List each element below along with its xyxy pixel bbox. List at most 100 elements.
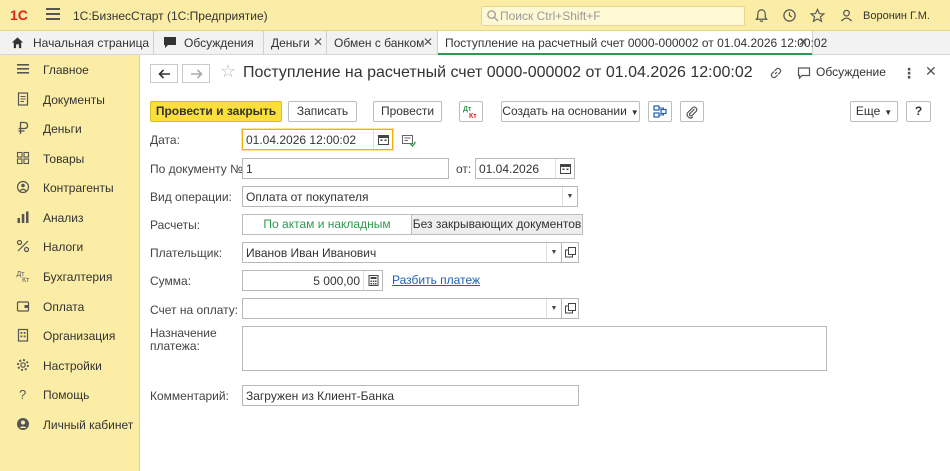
sidebar-item-taxes[interactable]: Налоги <box>0 235 140 259</box>
forward-button[interactable] <box>182 64 210 83</box>
sidebar-item-goods[interactable]: Товары <box>0 147 140 171</box>
search-input[interactable] <box>500 8 740 24</box>
date-label: Дата: <box>150 133 180 147</box>
attach-button[interactable] <box>680 101 704 122</box>
tab-home[interactable]: Начальная страница <box>0 31 154 55</box>
settlements-option-no-docs[interactable]: Без закрывающих документов <box>411 214 583 235</box>
help-icon: ? <box>19 387 26 401</box>
amount-field[interactable]: 5 000,00 <box>242 270 383 291</box>
home-icon <box>11 37 24 49</box>
purpose-label-line2: платежа: <box>150 339 200 353</box>
search-icon <box>487 10 499 22</box>
more-button[interactable]: Еще ▼ <box>850 101 898 122</box>
user-name[interactable]: Воронин Г.М. <box>863 10 930 22</box>
payer-label: Плательщик: <box>150 246 223 260</box>
paperclip-icon <box>686 106 698 119</box>
hamburger-menu-icon[interactable] <box>46 8 60 20</box>
tab-receipt-document[interactable]: Поступление на расчетный счет 0000-00000… <box>438 31 827 56</box>
favorite-star-icon[interactable]: ☆ <box>220 61 236 82</box>
page-title: Поступление на расчетный счет 0000-00000… <box>243 64 753 81</box>
wallet-icon <box>16 301 30 312</box>
sidebar-item-personal-cabinet[interactable]: Личный кабинет <box>0 413 140 437</box>
gear-icon <box>17 359 29 371</box>
payer-field[interactable]: Иванов Иван Иванович ▼ <box>242 242 562 263</box>
back-button[interactable] <box>150 64 178 83</box>
purpose-textarea[interactable] <box>242 326 827 371</box>
purpose-label-line1: Назначение <box>150 326 217 340</box>
building-icon <box>17 328 29 342</box>
arrow-right-icon <box>191 69 203 79</box>
doc-date-label: от: <box>456 162 472 176</box>
dtkt-button[interactable]: Дт Кт <box>459 101 483 122</box>
link-icon[interactable] <box>769 66 783 80</box>
tab-discussions[interactable]: Обсуждения <box>154 31 264 55</box>
calendar-button[interactable] <box>555 159 574 178</box>
doc-number-field[interactable]: 1 <box>242 158 449 179</box>
chevron-down-icon[interactable]: ▼ <box>562 187 577 206</box>
sidebar-item-documents[interactable]: Документы <box>0 88 140 112</box>
doc-number-label: По документу №: <box>150 162 247 176</box>
tab-money[interactable]: Деньги ✕ <box>264 31 327 55</box>
discussion-button[interactable]: Обсуждение <box>816 65 886 79</box>
chevron-down-icon[interactable]: ▼ <box>546 299 561 318</box>
sidebar-item-contractors[interactable]: Контрагенты <box>0 176 140 200</box>
structure-icon <box>653 105 667 118</box>
sidebar-item-money[interactable]: Деньги <box>0 117 140 141</box>
structure-button[interactable] <box>648 101 672 122</box>
open-payer-button[interactable] <box>561 242 579 263</box>
date-field[interactable]: 01.04.2026 12:00:02 <box>242 129 393 150</box>
sidebar: Главное Документы Деньги Товары Контраге… <box>0 55 140 471</box>
create-based-on-button[interactable]: Создать на основании ▼ <box>501 101 640 122</box>
split-payment-link[interactable]: Разбить платеж <box>392 273 480 287</box>
sidebar-item-help[interactable]: ? Помощь <box>0 383 140 407</box>
sidebar-item-analysis[interactable]: Анализ <box>0 206 140 230</box>
sidebar-item-main[interactable]: Главное <box>0 58 140 82</box>
post-and-close-button[interactable]: Провести и закрыть <box>150 101 282 122</box>
svg-text:?: ? <box>19 387 26 401</box>
tab-bar: Начальная страница Обсуждения Деньги ✕ О… <box>0 31 950 56</box>
comment-field[interactable]: Загружен из Клиент-Банка <box>242 385 579 406</box>
close-icon[interactable]: ✕ <box>313 35 323 49</box>
open-invoice-button[interactable] <box>561 298 579 319</box>
search-box[interactable] <box>481 6 745 26</box>
sidebar-item-accounting[interactable]: Дт Кт Бухгалтерия <box>0 265 140 289</box>
percent-icon <box>16 239 30 253</box>
user-icon[interactable] <box>839 8 854 23</box>
doc-date-field[interactable]: 01.04.2026 <box>475 158 575 179</box>
dtkt-icon: ДтКт <box>463 106 477 119</box>
operation-type-select[interactable]: Оплата от покупателя ▼ <box>242 186 578 207</box>
calculator-button[interactable] <box>363 271 382 290</box>
history-icon[interactable] <box>782 8 797 23</box>
svg-text:Кт: Кт <box>22 277 30 283</box>
sidebar-item-settings[interactable]: Настройки <box>0 354 140 378</box>
accounting-icon: ДтКт <box>17 271 31 283</box>
more-actions-icon[interactable]: ⋮ <box>902 65 916 82</box>
invoice-field[interactable]: ▼ <box>242 298 562 319</box>
menu-icon <box>17 64 29 74</box>
sidebar-item-payment[interactable]: Оплата <box>0 295 140 319</box>
calculator-icon <box>368 275 379 286</box>
arrow-left-icon <box>158 69 170 79</box>
user-icon <box>17 418 29 430</box>
calendar-button[interactable] <box>373 130 392 149</box>
close-icon[interactable]: ✕ <box>798 35 808 49</box>
date-history-icon[interactable] <box>402 135 416 147</box>
svg-text:Дт: Дт <box>463 106 472 113</box>
post-button[interactable]: Провести <box>373 101 442 122</box>
open-icon <box>565 303 576 314</box>
document-icon <box>17 92 29 106</box>
tab-bank-exchange[interactable]: Обмен с банком ✕ <box>327 31 438 55</box>
close-icon[interactable]: ✕ <box>925 63 937 80</box>
star-icon[interactable] <box>810 8 825 23</box>
help-button[interactable]: ? <box>906 101 931 122</box>
open-icon <box>565 247 576 258</box>
chevron-down-icon: ▼ <box>630 108 639 117</box>
bell-icon[interactable] <box>754 8 769 23</box>
settlements-option-acts[interactable]: По актам и накладным <box>242 214 411 235</box>
save-button[interactable]: Записать <box>288 101 357 122</box>
chevron-down-icon[interactable]: ▼ <box>546 243 561 262</box>
close-icon[interactable]: ✕ <box>423 35 433 49</box>
calendar-icon <box>560 164 571 174</box>
sidebar-item-organization[interactable]: Организация <box>0 324 140 348</box>
invoice-label: Счет на оплату: <box>150 303 239 317</box>
